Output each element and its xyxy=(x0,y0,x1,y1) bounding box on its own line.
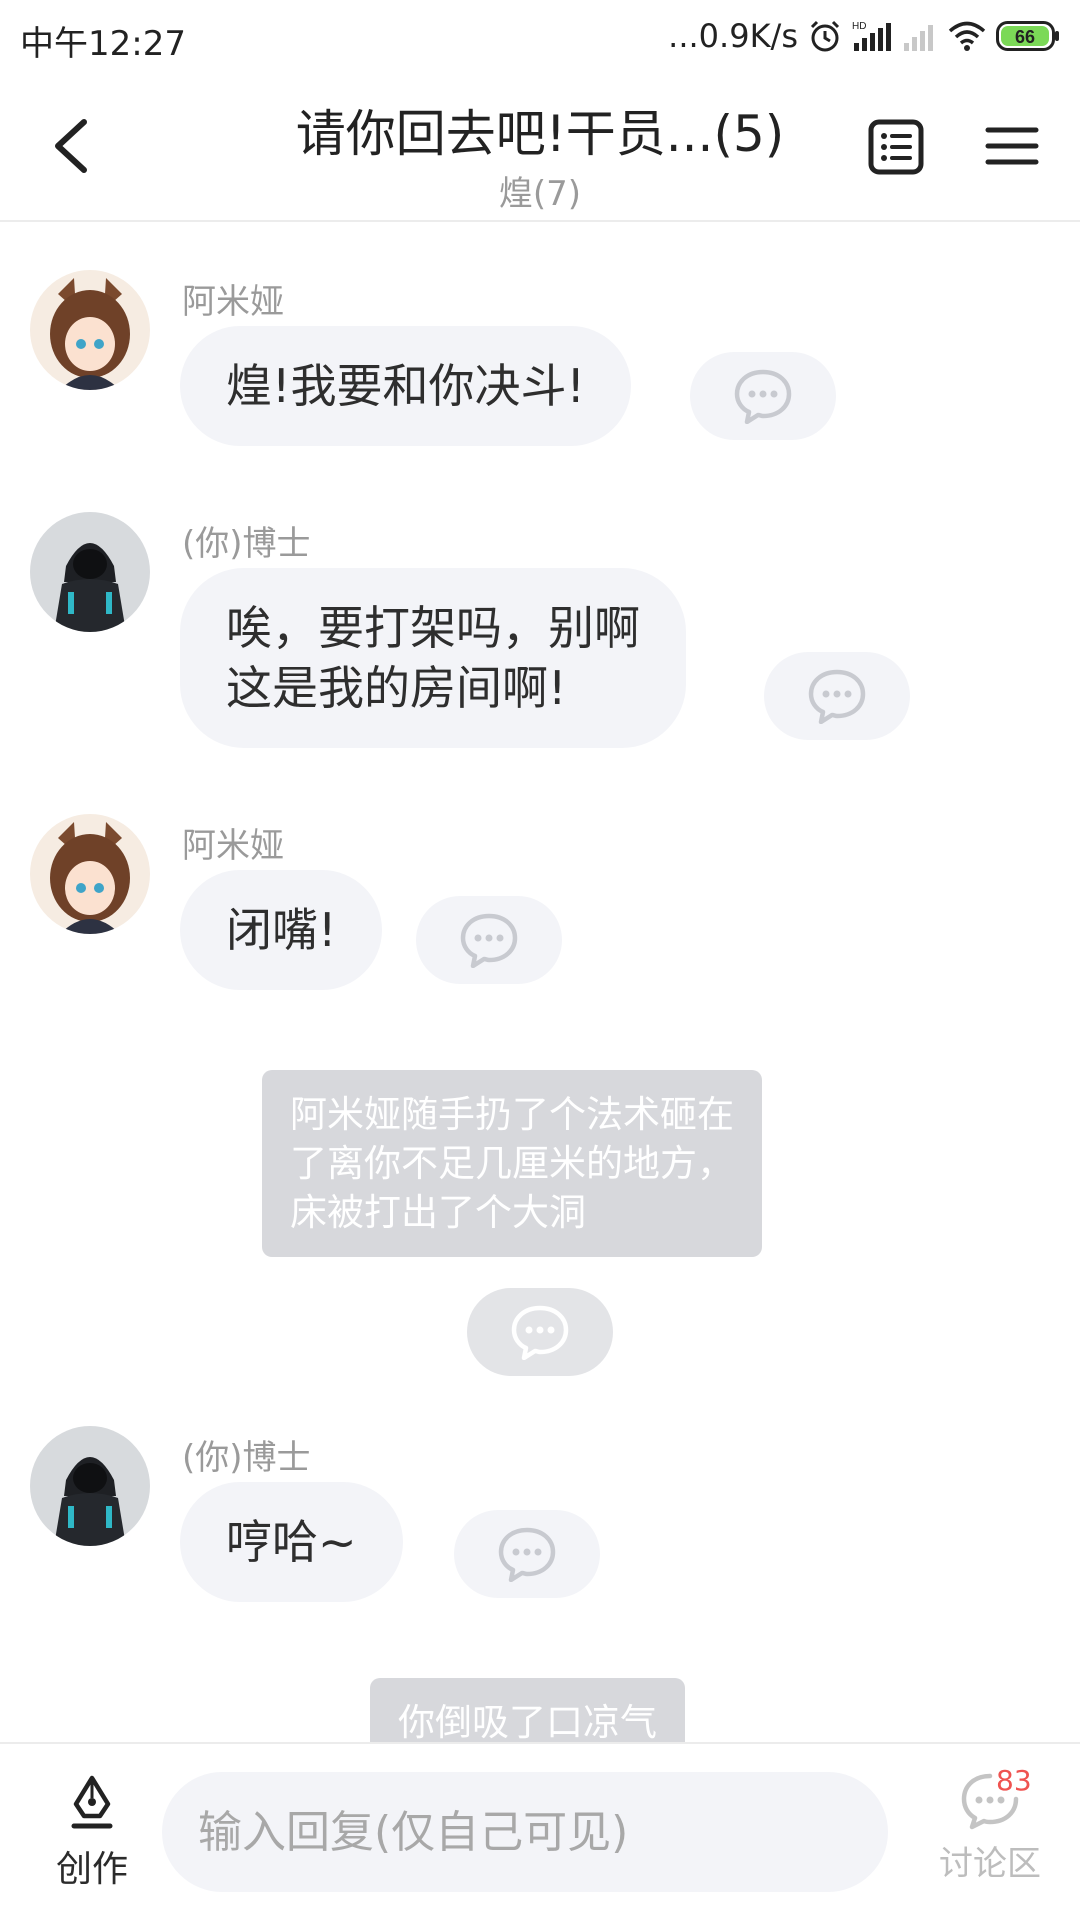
story-subtitle: 煌(7) xyxy=(498,174,582,214)
comment-button[interactable] xyxy=(764,652,910,740)
discussion-button[interactable]: 83 讨论区 xyxy=(920,1764,1060,1885)
avatar-amiya[interactable] xyxy=(30,270,150,390)
create-label: 创作 xyxy=(55,1849,128,1890)
wifi-icon xyxy=(948,21,986,51)
speaker-name: 阿米娅 xyxy=(182,282,284,322)
narration-line: 床被打出了个大洞 xyxy=(290,1191,586,1234)
comment-button[interactable] xyxy=(467,1288,613,1376)
comment-icon xyxy=(460,913,518,968)
narration-line: 你倒吸了口凉气 xyxy=(398,1701,657,1742)
comment-icon xyxy=(498,1527,556,1582)
speaker-name: 阿米娅 xyxy=(182,826,284,866)
comment-icon xyxy=(734,369,792,424)
status-bar: 中午12:27 ...0.9K/s HD 66 xyxy=(0,0,1080,74)
alarm-icon xyxy=(810,20,840,52)
battery-icon: 66 xyxy=(996,21,1059,51)
menu-icon[interactable] xyxy=(982,114,1042,178)
battery-level: 66 xyxy=(1015,27,1035,47)
comment-icon xyxy=(808,669,866,724)
comment-icon xyxy=(511,1305,569,1360)
speaker-name: (你)博士 xyxy=(182,524,311,564)
avatar-amiya[interactable] xyxy=(30,814,150,934)
message-bubble[interactable]: 唉，要打架吗，别啊 这是我的房间啊! xyxy=(180,568,686,748)
message-line: 唉，要打架吗，别啊 xyxy=(226,601,640,655)
signal-icon xyxy=(904,25,933,51)
narration-box[interactable]: 你倒吸了口凉气 xyxy=(370,1678,685,1742)
status-time: 中午12:27 xyxy=(20,24,186,64)
message-bubble[interactable]: 哼哈~ xyxy=(180,1482,403,1602)
speaker-name: (你)博士 xyxy=(182,1438,311,1478)
create-button[interactable]: 创作 xyxy=(40,1774,144,1892)
message-bubble[interactable]: 闭嘴! xyxy=(180,870,383,990)
discussion-label: 讨论区 xyxy=(939,1844,1041,1884)
message-bubble[interactable]: 煌!我要和你决斗! xyxy=(180,326,631,446)
bottom-bar: 创作 83 讨论区 xyxy=(0,1742,1080,1922)
comment-button[interactable] xyxy=(690,352,836,440)
comment-button[interactable] xyxy=(416,896,562,984)
comment-button[interactable] xyxy=(454,1510,600,1598)
network-speed: ...0.9K/s xyxy=(668,17,798,55)
narration-box[interactable]: 阿米娅随手扔了个法术砸在 了离你不足几厘米的地方， 床被打出了个大洞 xyxy=(262,1070,762,1257)
chat-area[interactable]: 阿米娅 煌!我要和你决斗! (你)博士 唉，要打架吗，别啊 这是我的房间啊! 阿… xyxy=(0,222,1080,1742)
avatar-doctor[interactable] xyxy=(30,1426,150,1546)
narration-line: 了离你不足几厘米的地方， xyxy=(290,1142,734,1185)
back-icon[interactable] xyxy=(40,110,104,182)
story-title: 请你回去吧!干员...(5) xyxy=(295,105,785,163)
avatar-doctor[interactable] xyxy=(30,512,150,632)
discussion-badge: 83 xyxy=(996,1764,1032,1797)
pen-nib-icon xyxy=(71,1775,113,1829)
catalog-icon[interactable] xyxy=(866,114,926,178)
hd-signal-icon: HD xyxy=(852,21,891,51)
reply-input[interactable] xyxy=(162,1772,888,1892)
message-line: 这是我的房间啊! xyxy=(226,661,567,715)
svg-text:HD: HD xyxy=(852,21,866,32)
story-header: 请你回去吧!干员...(5) 煌(7) xyxy=(0,74,1080,222)
narration-line: 阿米娅随手扔了个法术砸在 xyxy=(290,1093,734,1136)
